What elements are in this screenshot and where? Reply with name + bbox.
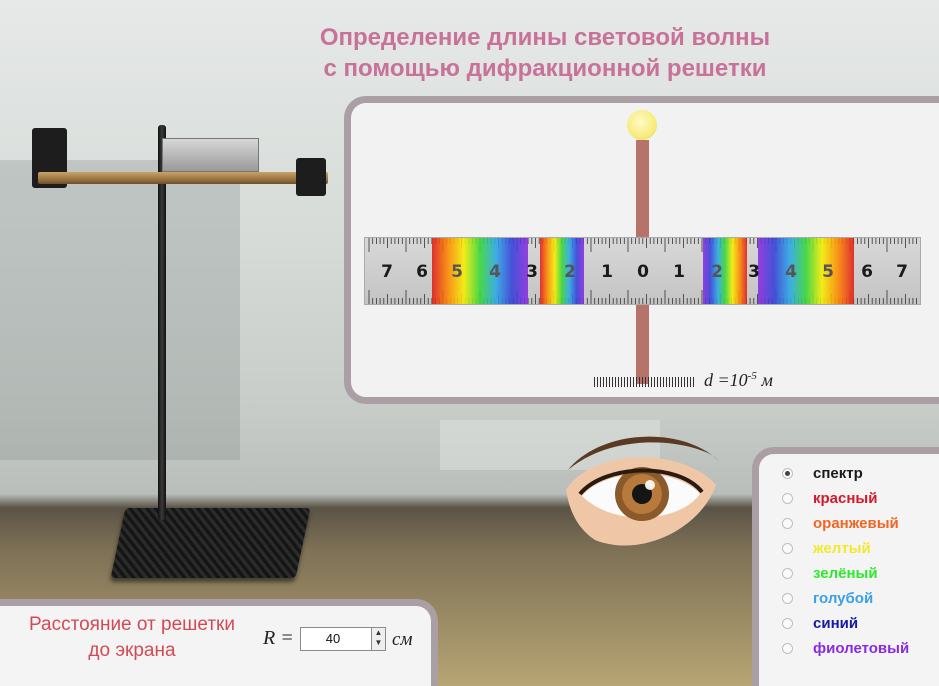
spin-stepper-icon[interactable]: ▲ ▼ xyxy=(372,627,386,651)
ruler-number: 5 xyxy=(822,262,834,282)
grating-constant-exponent: -5 xyxy=(747,370,757,382)
radio-button[interactable] xyxy=(782,617,793,629)
radio-button[interactable] xyxy=(782,492,793,504)
spectrum-option[interactable]: фиолетовый xyxy=(782,638,909,658)
ruler-number: 4 xyxy=(489,262,501,282)
spectrum-option-label: синий xyxy=(813,614,859,632)
title-line-1: Определение длины световой волны xyxy=(319,24,771,51)
ruler-number: 6 xyxy=(861,262,873,282)
spectrum-option-label: фиолетовый xyxy=(813,639,910,657)
title-line-2: с помощью дифракционной решетки xyxy=(323,55,767,82)
distance-input[interactable]: 40 xyxy=(300,627,372,651)
ruler-number: 7 xyxy=(381,262,393,282)
distance-variable: R = xyxy=(263,627,294,649)
ruler-number: 7 xyxy=(896,262,908,282)
stand-rod xyxy=(158,125,166,520)
screen-holder-right xyxy=(296,158,326,196)
radio-button[interactable] xyxy=(782,592,793,604)
grating-constant-unit: м xyxy=(761,370,773,390)
ruler-number: 6 xyxy=(416,262,428,282)
spectrum-option-label: оранжевый xyxy=(813,514,899,532)
optical-bench-ruler[interactable] xyxy=(38,172,328,184)
radio-button[interactable] xyxy=(782,567,793,579)
scale-ruler: 7 6 5 4 3 2 1 0 1 2 3 4 5 6 7 xyxy=(364,237,921,305)
radio-button[interactable] xyxy=(782,517,793,529)
ruler-number: 2 xyxy=(564,262,576,282)
lab-scene: Определение длины световой волны с помощ… xyxy=(0,0,939,686)
spectrum-option[interactable]: зелёный xyxy=(782,563,878,583)
spectrum-option[interactable]: оранжевый xyxy=(782,513,899,533)
grating-scale-ticks xyxy=(594,376,694,387)
spectrum-option-label: голубой xyxy=(813,589,874,607)
ruler-number: 1 xyxy=(673,262,685,282)
spectrum-option[interactable]: синий xyxy=(782,613,858,633)
radio-button[interactable] xyxy=(782,542,793,554)
spectrum-option[interactable]: спектр xyxy=(782,463,863,483)
grating-constant-label: d =10-5 м xyxy=(594,370,773,391)
spectrum-option[interactable]: желтый xyxy=(782,538,871,558)
spectrum-option-label: красный xyxy=(813,489,878,507)
ruler-number: 3 xyxy=(748,262,760,282)
ruler-number: 3 xyxy=(526,262,538,282)
distance-label-line-1: Расстояние от решетки xyxy=(29,614,235,635)
distance-unit: см xyxy=(392,629,413,650)
stand-base xyxy=(110,508,311,578)
ruler-number: 1 xyxy=(601,262,613,282)
spectrum-option-label: желтый xyxy=(813,539,871,557)
ruler-number: 5 xyxy=(451,262,463,282)
ruler-number: 4 xyxy=(785,262,797,282)
lab-background xyxy=(0,160,240,460)
distance-label-line-2: до экрана xyxy=(88,640,176,661)
ruler-number: 2 xyxy=(711,262,723,282)
light-source-icon xyxy=(627,110,657,140)
eye-icon xyxy=(566,436,718,546)
radio-button[interactable] xyxy=(782,642,793,654)
distance-label: Расстояние от решетки до экрана xyxy=(12,612,252,664)
spectrum-band-right-2 xyxy=(758,238,854,304)
page-title: Определение длины световой волны с помощ… xyxy=(250,22,840,84)
spectrum-option-label: зелёный xyxy=(813,564,878,582)
grating-constant-value: d =10 xyxy=(704,370,748,390)
spectrum-option-label: спектр xyxy=(813,464,863,482)
diffraction-grating xyxy=(162,138,259,172)
radio-button[interactable] xyxy=(782,467,793,479)
spectrum-option[interactable]: голубой xyxy=(782,588,873,608)
ruler-number-center: 0 xyxy=(637,262,649,282)
spectrum-option[interactable]: красный xyxy=(782,488,877,508)
